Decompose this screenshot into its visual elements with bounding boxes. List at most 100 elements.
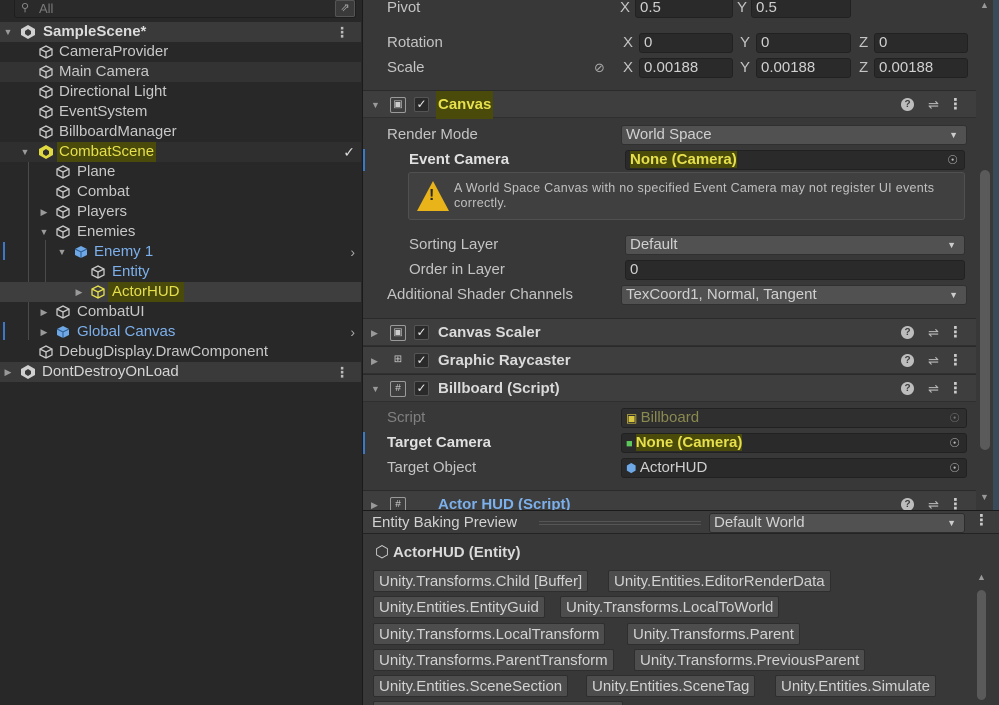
rotation-x-field[interactable]: 0 — [639, 33, 733, 53]
component-chip-partial[interactable] — [373, 701, 623, 705]
preset-sliders-icon[interactable]: ⇌ — [928, 375, 939, 403]
collapse-arrow-icon[interactable]: ▶ — [73, 282, 85, 302]
target-object-field[interactable]: ⬢ ActorHUD ☉ — [621, 458, 967, 478]
help-icon[interactable]: ? — [901, 498, 914, 510]
collapse-arrow-icon[interactable]: ▶ — [371, 347, 378, 375]
scrollbar-thumb[interactable] — [977, 590, 986, 700]
canvas-scaler-component-header[interactable]: ▶ ▣ ✓ Canvas Scaler ? ⇌ ⋮ — [363, 318, 976, 346]
object-picker-icon[interactable]: ☉ — [949, 434, 960, 452]
link-icon[interactable]: ⊘ — [594, 55, 605, 80]
target-camera-field[interactable]: ■ None (Camera) ☉ — [621, 433, 967, 453]
preset-sliders-icon[interactable]: ⇌ — [928, 347, 939, 375]
component-chip[interactable]: Unity.Transforms.LocalToWorld — [560, 596, 780, 618]
expand-arrow-icon[interactable]: ▼ — [19, 142, 31, 162]
pivot-x-field[interactable]: 0.5 — [635, 0, 733, 18]
collapse-arrow-icon[interactable]: ▶ — [371, 491, 378, 510]
kebab-menu-icon[interactable]: ⋮ — [948, 91, 963, 119]
hierarchy-item[interactable]: ▶ Players — [0, 202, 361, 222]
help-icon[interactable]: ? — [901, 326, 914, 339]
component-chip[interactable]: Unity.Entities.EntityGuid — [373, 596, 545, 618]
hierarchy-item[interactable]: CameraProvider — [0, 42, 361, 62]
hierarchy-item[interactable]: Directional Light — [0, 82, 361, 102]
hierarchy-item[interactable]: Main Camera — [0, 62, 361, 82]
help-icon[interactable]: ? — [901, 98, 914, 111]
collapse-arrow-icon[interactable]: ▶ — [2, 362, 14, 382]
kebab-menu-icon[interactable]: ⋮ — [335, 362, 349, 382]
hierarchy-item[interactable]: ▶ CombatUI — [0, 302, 361, 322]
scale-z-field[interactable]: 0.00188 — [874, 58, 968, 78]
kebab-menu-icon[interactable]: ⋮ — [948, 375, 963, 403]
scroll-up-icon[interactable]: ▲ — [980, 0, 989, 10]
resize-handle[interactable] — [539, 521, 701, 525]
hierarchy-search[interactable]: ⚲ All — [14, 0, 356, 18]
object-picker-icon[interactable]: ☉ — [947, 151, 958, 169]
rotation-y-field[interactable]: 0 — [756, 33, 851, 53]
kebab-menu-icon[interactable]: ⋮ — [948, 319, 963, 347]
collapse-arrow-icon[interactable]: ▶ — [38, 322, 50, 342]
expand-arrow-icon[interactable]: ▼ — [371, 91, 380, 119]
component-chip[interactable]: Unity.Entities.SceneTag — [586, 675, 756, 697]
hierarchy-scene-dontdestroyonload[interactable]: ▶ DontDestroyOnLoad ⋮ — [0, 362, 361, 382]
preset-sliders-icon[interactable]: ⇌ — [928, 491, 939, 510]
sorting-layer-dropdown[interactable]: Default ▼ — [625, 235, 965, 255]
collapse-arrow-icon[interactable]: ▶ — [371, 319, 378, 347]
component-enabled-checkbox[interactable]: ✓ — [414, 381, 429, 396]
expand-arrow-icon[interactable]: ▼ — [371, 375, 380, 403]
pivot-y-field[interactable]: 0.5 — [751, 0, 851, 18]
graphic-raycaster-component-header[interactable]: ▶ ⊞ ✓ Graphic Raycaster ? ⇌ ⋮ — [363, 346, 976, 374]
preset-sliders-icon[interactable]: ⇌ — [928, 319, 939, 347]
chevron-right-icon[interactable]: › — [350, 322, 355, 342]
hierarchy-item[interactable]: Entity — [0, 262, 361, 282]
hierarchy-item-prefab[interactable]: ▶ Global Canvas › — [0, 322, 361, 342]
component-chip[interactable]: Unity.Transforms.LocalTransform — [373, 623, 606, 645]
component-chip[interactable]: Unity.Transforms.PreviousParent — [634, 649, 866, 671]
actor-hud-component-header[interactable]: ▶ # Actor HUD (Script) ? ⇌ ⋮ — [363, 490, 976, 510]
collapse-arrow-icon[interactable]: ▶ — [38, 302, 50, 322]
canvas-component-header[interactable]: ▼ ▣ ✓ Canvas ? ⇌ ⋮ — [363, 90, 976, 119]
expand-arrow-icon[interactable]: ▼ — [2, 22, 14, 42]
object-picker-icon[interactable]: ☉ — [949, 459, 960, 477]
component-chip[interactable]: Unity.Transforms.ParentTransform — [373, 649, 614, 671]
hierarchy-item[interactable]: EventSystem — [0, 102, 361, 122]
world-dropdown[interactable]: Default World ▼ — [709, 513, 965, 533]
shader-channels-dropdown[interactable]: TexCoord1, Normal, Tangent ▼ — [621, 285, 967, 305]
order-in-layer-field[interactable]: 0 — [625, 260, 965, 280]
component-enabled-checkbox[interactable]: ✓ — [414, 97, 429, 112]
component-chip[interactable]: Unity.Transforms.Parent — [627, 623, 800, 645]
expand-arrow-icon[interactable]: ▼ — [38, 222, 50, 242]
hierarchy-item[interactable]: DebugDisplay.DrawComponent — [0, 342, 361, 362]
component-chip[interactable]: Unity.Entities.Simulate — [775, 675, 936, 697]
scroll-up-icon[interactable]: ▲ — [977, 572, 986, 582]
hierarchy-item-selected[interactable]: ▶ ActorHUD — [0, 282, 361, 302]
chevron-right-icon[interactable]: › — [350, 242, 355, 262]
render-mode-dropdown[interactable]: World Space ▼ — [621, 125, 967, 145]
help-icon[interactable]: ? — [901, 354, 914, 367]
rotation-z-field[interactable]: 0 — [874, 33, 968, 53]
kebab-menu-icon[interactable]: ⋮ — [974, 511, 989, 529]
hierarchy-item-prefab[interactable]: ▼ Enemy 1 › — [0, 242, 361, 262]
hierarchy-subscene-combatscene[interactable]: ▼ CombatScene ✓ — [0, 142, 361, 162]
hierarchy-item[interactable]: Plane — [0, 162, 361, 182]
hierarchy-item[interactable]: ▼ Enemies — [0, 222, 361, 242]
scale-y-field[interactable]: 0.00188 — [756, 58, 851, 78]
preset-sliders-icon[interactable]: ⇌ — [928, 91, 939, 119]
hierarchy-item[interactable]: BillboardManager — [0, 122, 361, 142]
billboard-component-header[interactable]: ▼ # ✓ Billboard (Script) ? ⇌ ⋮ — [363, 374, 976, 402]
component-enabled-checkbox[interactable]: ✓ — [414, 325, 429, 340]
baking-scrollbar[interactable]: ▲ — [975, 572, 989, 705]
hierarchy-item[interactable]: Combat — [0, 182, 361, 202]
help-icon[interactable]: ? — [901, 382, 914, 395]
scrollbar-thumb[interactable] — [980, 170, 990, 450]
expand-arrow-icon[interactable]: ▼ — [56, 242, 68, 262]
component-chip[interactable]: Unity.Transforms.Child [Buffer] — [373, 570, 589, 592]
search-filter-icon[interactable]: ⇗ — [335, 0, 355, 17]
collapse-arrow-icon[interactable]: ▶ — [38, 202, 50, 222]
kebab-menu-icon[interactable]: ⋮ — [948, 347, 963, 375]
kebab-menu-icon[interactable]: ⋮ — [335, 22, 349, 42]
checkmark-icon[interactable]: ✓ — [343, 142, 355, 162]
scale-x-field[interactable]: 0.00188 — [639, 58, 733, 78]
event-camera-field[interactable]: None (Camera) ☉ — [625, 150, 965, 170]
scroll-down-icon[interactable]: ▼ — [980, 492, 989, 502]
component-chip[interactable]: Unity.Entities.SceneSection — [373, 675, 569, 697]
hierarchy-scene-samplescene[interactable]: ▼ SampleScene* ⋮ — [0, 22, 361, 42]
